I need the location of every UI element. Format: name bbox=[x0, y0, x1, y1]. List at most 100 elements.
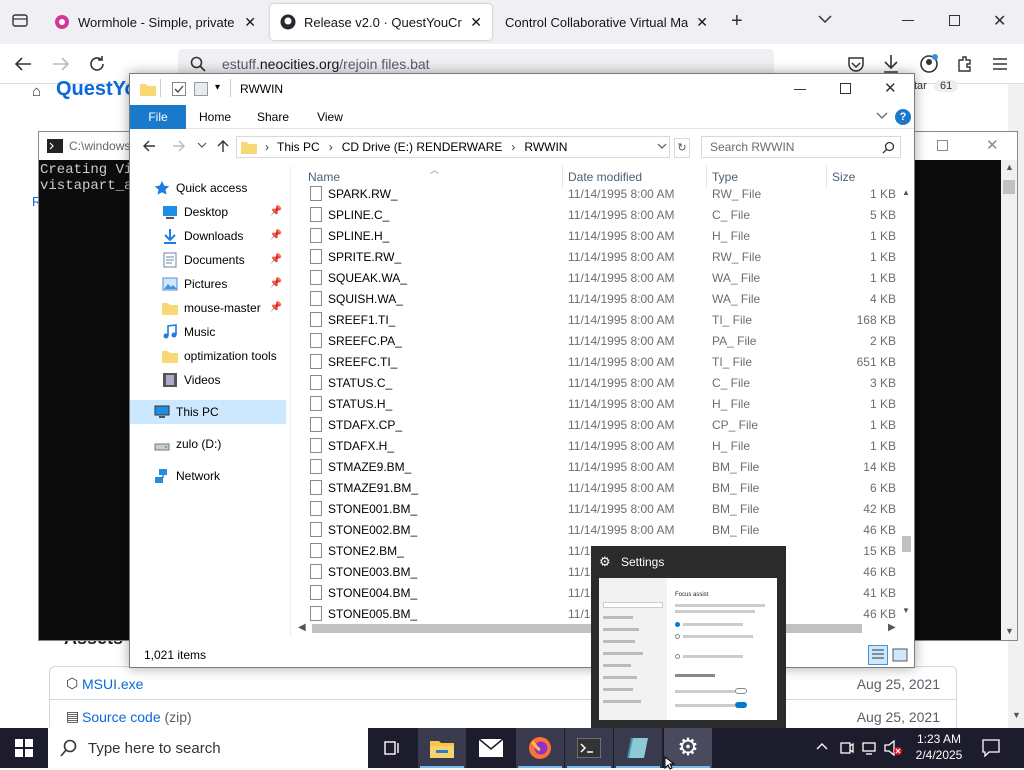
close-icon[interactable]: ✕ bbox=[884, 79, 897, 97]
menu-icon[interactable] bbox=[992, 57, 1008, 71]
chevron-down-icon[interactable] bbox=[818, 14, 832, 24]
file-row[interactable]: SQUEAK.WA_ 11/14/1995 8:00 AM WA_ File 1 KB bbox=[296, 268, 896, 289]
extensions-icon[interactable] bbox=[956, 55, 974, 73]
up-icon[interactable] bbox=[216, 139, 230, 153]
pocket-icon[interactable] bbox=[847, 55, 865, 73]
minimize-icon[interactable] bbox=[794, 89, 806, 90]
nav-network[interactable]: Network bbox=[130, 464, 286, 488]
nav-quick-access[interactable]: Quick access bbox=[130, 176, 286, 200]
new-folder-icon[interactable] bbox=[194, 82, 208, 96]
breadcrumb-cd-drive[interactable]: CD Drive (E:) RENDERWARE bbox=[342, 140, 503, 154]
taskbar-search-box[interactable]: Type here to search bbox=[48, 728, 368, 768]
task-view-button[interactable] bbox=[368, 728, 416, 768]
star-label[interactable]: tar bbox=[914, 80, 927, 92]
file-explorer-window[interactable]: ▾ RWWIN ✕ File Home Share View ? › This … bbox=[129, 73, 915, 668]
tab-share[interactable]: Share bbox=[248, 105, 298, 129]
close-tab-icon[interactable]: ✕ bbox=[244, 14, 256, 31]
file-row[interactable]: SPLINE.H_ 11/14/1995 8:00 AM H_ File 1 KB bbox=[296, 226, 896, 247]
file-row[interactable]: SPLINE.C_ 11/14/1995 8:00 AM C_ File 5 KB bbox=[296, 205, 896, 226]
file-row[interactable]: STATUS.C_ 11/14/1995 8:00 AM C_ File 3 KB bbox=[296, 373, 896, 394]
large-icons-view-icon[interactable] bbox=[892, 648, 908, 662]
file-row[interactable]: STDAFX.CP_ 11/14/1995 8:00 AM CP_ File 1 KB bbox=[296, 415, 896, 436]
taskbar-clock[interactable]: 1:23 AM 2/4/2025 bbox=[906, 731, 972, 763]
file-row[interactable]: STDAFX.H_ 11/14/1995 8:00 AM H_ File 1 KB bbox=[296, 436, 896, 457]
taskbar-mail[interactable] bbox=[467, 728, 515, 768]
refresh-icon[interactable]: ↻ bbox=[674, 138, 690, 158]
file-row[interactable]: STMAZE91.BM_ 11/14/1995 8:00 AM BM_ File 6 … bbox=[296, 478, 896, 499]
taskbar-command-prompt[interactable] bbox=[565, 728, 613, 768]
help-icon[interactable]: ? bbox=[895, 109, 911, 125]
file-row[interactable]: SPARK.RW_ 11/14/1995 8:00 AM RW_ File 1 KB bbox=[296, 184, 896, 205]
new-tab-icon[interactable]: + bbox=[731, 11, 743, 31]
back-icon[interactable] bbox=[142, 139, 156, 153]
nav-optimization-tools[interactable]: optimization tools bbox=[130, 344, 286, 368]
taskbar-vm-app[interactable] bbox=[614, 728, 662, 768]
network-icon[interactable] bbox=[862, 740, 878, 756]
column-date-modified[interactable]: Date modified bbox=[568, 170, 642, 184]
nav-this-pc[interactable]: This PC bbox=[130, 400, 286, 424]
browser-tab-release[interactable]: Release v2.0 · QuestYouCraft/M ✕ bbox=[270, 4, 492, 40]
file-row[interactable]: STMAZE9.BM_ 11/14/1995 8:00 AM BM_ File 14 … bbox=[296, 457, 896, 478]
details-view-icon[interactable] bbox=[868, 645, 888, 665]
tab-home[interactable]: Home bbox=[190, 105, 240, 129]
tab-file[interactable]: File bbox=[130, 105, 186, 129]
column-name[interactable]: Name bbox=[308, 170, 340, 184]
nav-documents[interactable]: Documents 📌 bbox=[130, 248, 286, 272]
breadcrumb-rwwin[interactable]: RWWIN bbox=[524, 140, 567, 154]
file-row[interactable]: SQUISH.WA_ 11/14/1995 8:00 AM WA_ File 4 KB bbox=[296, 289, 896, 310]
file-row[interactable]: STONE001.BM_ 11/14/1995 8:00 AM BM_ File 42… bbox=[296, 499, 896, 520]
file-row[interactable]: STATUS.H_ 11/14/1995 8:00 AM H_ File 1 KB bbox=[296, 394, 896, 415]
file-row[interactable]: SPRITE.RW_ 11/14/1995 8:00 AM RW_ File 1 KB bbox=[296, 247, 896, 268]
properties-icon[interactable] bbox=[172, 82, 186, 96]
file-row[interactable]: SREEFC.TI_ 11/14/1995 8:00 AM TI_ File 651 … bbox=[296, 352, 896, 373]
column-size[interactable]: Size bbox=[832, 170, 855, 184]
nav-desktop[interactable]: Desktop 📌 bbox=[130, 200, 286, 224]
start-button[interactable] bbox=[0, 728, 48, 768]
close-window-icon[interactable]: ✕ bbox=[993, 11, 1006, 31]
browser-tab-vm[interactable]: Control Collaborative Virtual Machi ✕ bbox=[496, 4, 718, 40]
breadcrumb-this-pc[interactable]: This PC bbox=[277, 140, 320, 154]
search-input[interactable]: Search RWWIN bbox=[701, 136, 901, 158]
account-icon[interactable] bbox=[919, 54, 939, 74]
close-icon[interactable]: ✕ bbox=[986, 136, 999, 154]
forward-icon[interactable] bbox=[172, 139, 186, 153]
maximize-icon[interactable] bbox=[840, 83, 851, 94]
browser-tab-wormhole[interactable]: Wormhole - Simple, private file ✕ bbox=[44, 4, 266, 40]
taskbar-file-explorer[interactable] bbox=[418, 728, 466, 768]
show-hidden-icons-icon[interactable] bbox=[816, 742, 828, 750]
back-icon[interactable] bbox=[14, 56, 32, 72]
downloads-icon[interactable] bbox=[882, 54, 900, 74]
customize-toolbar-icon[interactable]: ▾ bbox=[215, 82, 220, 93]
nav-music[interactable]: Music bbox=[130, 320, 286, 344]
settings-thumbnail-preview[interactable]: ⚙ Settings Focus assist bbox=[591, 546, 786, 728]
minimize-icon[interactable] bbox=[902, 20, 914, 21]
address-dropdown-icon[interactable] bbox=[657, 143, 667, 151]
nav-drive-d[interactable]: zulo (D:) bbox=[130, 432, 286, 456]
taskbar-firefox[interactable] bbox=[516, 728, 564, 768]
reload-icon[interactable] bbox=[88, 55, 106, 73]
meet-now-icon[interactable] bbox=[840, 740, 854, 756]
maximize-icon[interactable] bbox=[937, 140, 948, 151]
file-row[interactable]: SREEFC.PA_ 11/14/1995 8:00 AM PA_ File 2 KB bbox=[296, 331, 896, 352]
file-row[interactable]: SREEF1.TI_ 11/14/1995 8:00 AM TI_ File 168 … bbox=[296, 310, 896, 331]
address-bar[interactable]: › This PC › CD Drive (E:) RENDERWARE › R… bbox=[236, 136, 670, 158]
tab-list-icon[interactable] bbox=[12, 12, 28, 28]
file-row[interactable]: STONE002.BM_ 11/14/1995 8:00 AM BM_ File 46… bbox=[296, 520, 896, 541]
maximize-icon[interactable] bbox=[949, 15, 960, 26]
repo-title[interactable]: QuestYo bbox=[56, 78, 137, 101]
nav-downloads[interactable]: Downloads 📌 bbox=[130, 224, 286, 248]
expand-ribbon-icon[interactable] bbox=[876, 111, 888, 121]
nav-pictures[interactable]: Pictures 📌 bbox=[130, 272, 286, 296]
asset-link[interactable]: MSUI.exe bbox=[82, 676, 143, 692]
notifications-icon[interactable] bbox=[982, 739, 1000, 757]
asset-link[interactable]: Source code (zip) bbox=[82, 709, 192, 725]
nav-mouse-master[interactable]: mouse-master 📌 bbox=[130, 296, 286, 320]
tab-view[interactable]: View bbox=[306, 105, 354, 129]
volume-muted-icon[interactable] bbox=[884, 740, 902, 756]
scrollbar-thumb[interactable] bbox=[902, 536, 911, 552]
close-tab-icon[interactable]: ✕ bbox=[470, 14, 482, 31]
recent-locations-icon[interactable] bbox=[197, 142, 207, 150]
forward-icon[interactable] bbox=[52, 56, 70, 72]
cmd-scrollbar[interactable]: ▲ ▼ bbox=[1001, 160, 1017, 640]
nav-videos[interactable]: Videos bbox=[130, 368, 286, 392]
